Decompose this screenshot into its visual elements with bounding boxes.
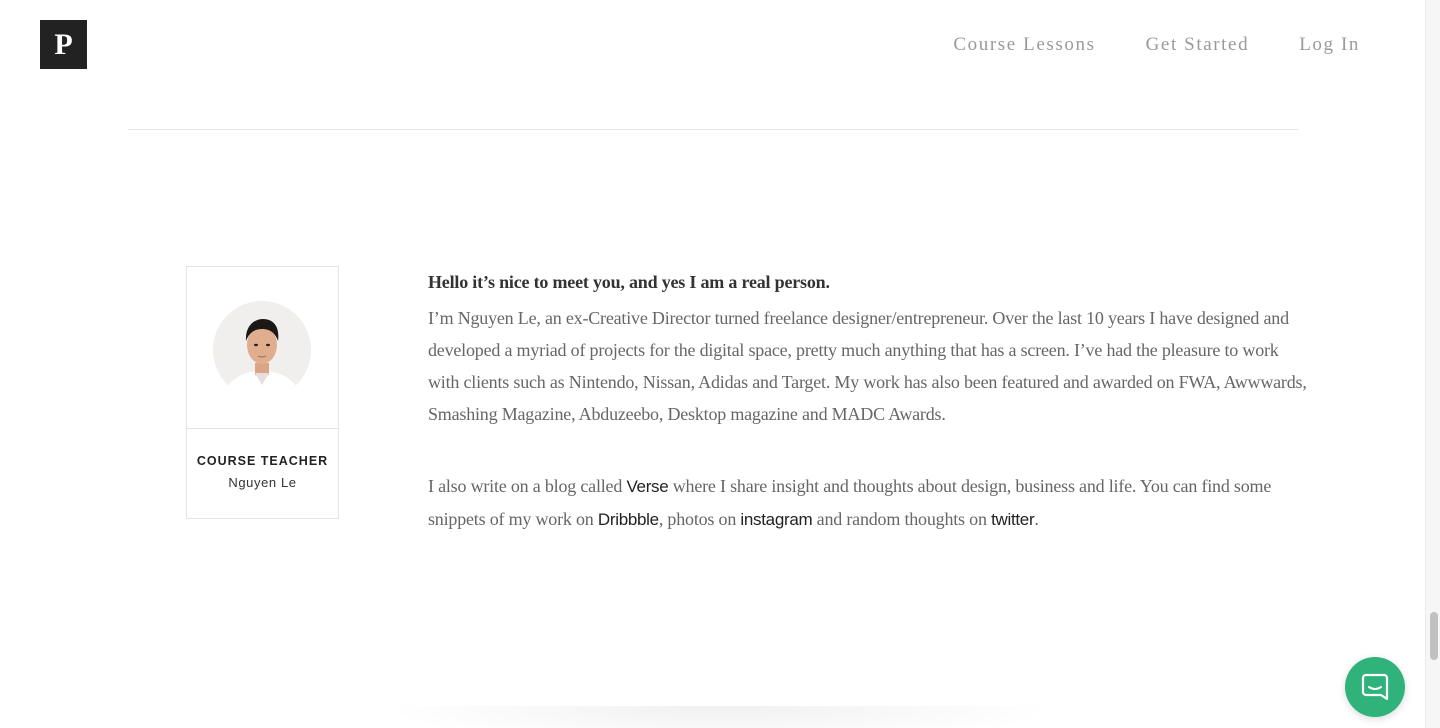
- teacher-name: Nguyen Le: [228, 475, 297, 490]
- verse-link[interactable]: Verse: [626, 477, 668, 496]
- bio-paragraph-2: I also write on a blog called Verse wher…: [428, 470, 1308, 536]
- portrait-image: [213, 301, 311, 399]
- main-nav: Course Lessons Get Started Log In: [903, 32, 1360, 58]
- nav-get-started[interactable]: Get Started: [1146, 32, 1250, 58]
- instagram-link[interactable]: instagram: [740, 510, 812, 529]
- nav-log-in[interactable]: Log In: [1299, 32, 1360, 58]
- bio-text: I also write on a blog called: [428, 476, 627, 496]
- footer-shadow: [380, 706, 1060, 728]
- dribbble-link[interactable]: Dribbble: [598, 510, 659, 529]
- logo-home-link[interactable]: P: [40, 20, 87, 69]
- bio-paragraph-1: I’m Nguyen Le, an ex-Creative Director t…: [428, 308, 1307, 424]
- bio-text: and random thoughts on: [812, 509, 992, 529]
- teacher-card: COURSE TEACHER Nguyen Le: [186, 266, 339, 519]
- page-scrollbar[interactable]: [1425, 0, 1440, 728]
- header-divider: [128, 129, 1298, 130]
- bio-text: , photos on: [658, 509, 741, 529]
- bio-heading: Hello it’s nice to meet you, and yes I a…: [428, 272, 830, 292]
- logo-letter: P: [54, 27, 73, 61]
- teacher-role-label: COURSE TEACHER: [196, 454, 329, 468]
- bio-text: .: [1034, 509, 1039, 529]
- chat-launcher-button[interactable]: [1345, 657, 1405, 717]
- teacher-info: COURSE TEACHER Nguyen Le: [187, 429, 338, 490]
- twitter-link[interactable]: twitter: [991, 510, 1035, 529]
- chat-bubble-icon: [1361, 673, 1389, 701]
- teacher-avatar: [213, 301, 311, 399]
- scrollbar-thumb[interactable]: [1430, 612, 1438, 660]
- teacher-photo-area: [187, 267, 338, 429]
- nav-course-lessons[interactable]: Course Lessons: [953, 32, 1095, 58]
- teacher-bio: Hello it’s nice to meet you, and yes I a…: [428, 268, 1308, 536]
